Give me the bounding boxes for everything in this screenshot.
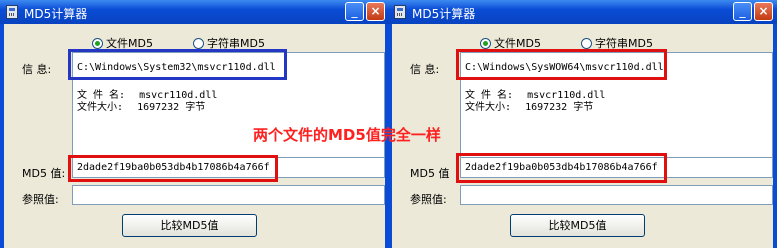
info-label: 信 息:	[22, 63, 52, 76]
path-highlight-box	[68, 49, 287, 80]
radio-unchecked-icon[interactable]	[193, 37, 204, 49]
ref-label: 参照值:	[22, 193, 59, 206]
radio-file-md5[interactable]: 文件MD5	[92, 36, 153, 50]
file-size-row: 文件大小: 1697232 字节	[465, 98, 593, 113]
minimize-button[interactable]: _	[733, 2, 752, 21]
file-size-row: 文件大小: 1697232 字节	[77, 98, 205, 113]
close-button[interactable]: ×	[366, 2, 385, 21]
file-size-value: 1697232 字节	[525, 102, 594, 113]
annotation-caption: 两个文件的MD5值完全一样	[253, 126, 441, 144]
path-highlight-box	[456, 49, 667, 80]
ref-field[interactable]	[72, 185, 385, 205]
radio-string-md5[interactable]: 字符串MD5	[581, 36, 653, 50]
compare-md5-button[interactable]: 比较MD5值	[510, 214, 645, 237]
title-bar[interactable]: MD5计算器 _ ×	[388, 0, 777, 24]
md5-label: MD5 值:	[22, 167, 66, 180]
radio-file-md5[interactable]: 文件MD5	[480, 36, 541, 50]
title-bar[interactable]: MD5计算器 _ ×	[0, 0, 389, 24]
minimize-button[interactable]: _	[345, 2, 364, 21]
radio-string-md5[interactable]: 字符串MD5	[193, 36, 265, 50]
calculator-icon	[6, 5, 18, 19]
file-size-value: 1697232 字节	[137, 102, 206, 113]
close-button[interactable]: ×	[754, 2, 773, 21]
window-title: MD5计算器	[412, 7, 476, 21]
window-title: MD5计算器	[24, 7, 88, 21]
client-area: 文件MD5 字符串MD5 信 息: C:\Windows\SysWOW64\ms…	[392, 24, 773, 248]
ref-label: 参照值:	[410, 193, 447, 206]
compare-md5-button[interactable]: 比较MD5值	[122, 214, 257, 237]
ref-field[interactable]	[460, 185, 773, 205]
md5-highlight-box	[456, 153, 667, 183]
radio-checked-icon[interactable]	[92, 37, 103, 49]
file-size-label: 文件大小:	[77, 102, 124, 113]
calculator-icon	[394, 5, 406, 19]
radio-unchecked-icon[interactable]	[581, 37, 592, 49]
md5-label: MD5 值	[410, 167, 450, 180]
info-label: 信 息:	[410, 63, 440, 76]
radio-checked-icon[interactable]	[480, 37, 491, 49]
md5-highlight-box	[68, 155, 278, 182]
md5-window-right: MD5计算器 _ × 文件MD5 字符串MD5 信 息: C:\Windows\…	[388, 0, 777, 248]
file-size-label: 文件大小:	[465, 102, 512, 113]
